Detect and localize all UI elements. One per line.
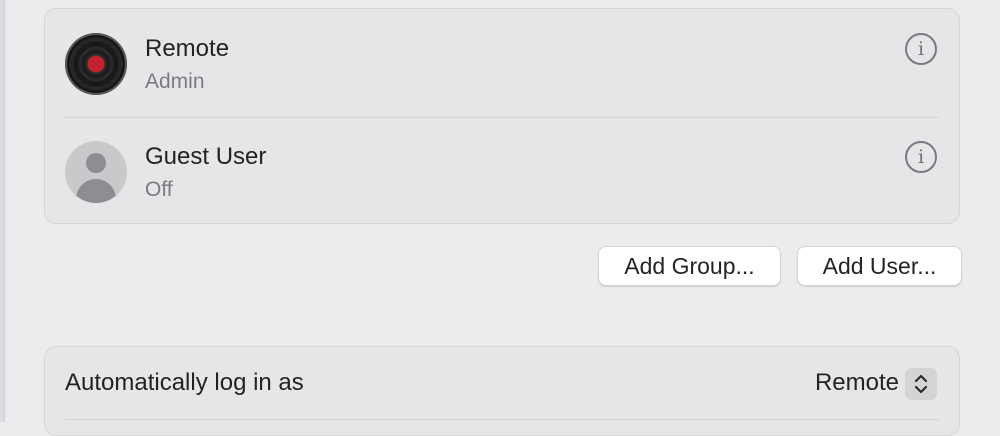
user-role: Admin bbox=[145, 70, 205, 93]
info-icon[interactable]: i bbox=[905, 33, 937, 65]
up-down-chevron-icon[interactable] bbox=[905, 368, 937, 400]
users-list-panel: Remote Admin i Guest User Off i bbox=[44, 8, 960, 224]
vinyl-record-avatar bbox=[65, 33, 127, 95]
user-name: Guest User bbox=[145, 143, 267, 170]
window-left-edge bbox=[0, 0, 5, 422]
chevron-up-down-glyph bbox=[914, 374, 928, 394]
user-name: Remote bbox=[145, 35, 230, 62]
user-row-remote[interactable]: Remote Admin i bbox=[45, 9, 959, 117]
add-user-button[interactable]: Add User... bbox=[797, 246, 962, 286]
auto-login-value[interactable]: Remote bbox=[815, 369, 899, 397]
auto-login-label: Automatically log in as bbox=[65, 369, 304, 396]
user-role: Off bbox=[145, 178, 173, 201]
row-divider bbox=[65, 419, 939, 420]
auto-login-panel: Automatically log in as Remote bbox=[44, 346, 960, 436]
info-icon[interactable]: i bbox=[905, 141, 937, 173]
person-silhouette-avatar bbox=[65, 141, 127, 203]
avatar-body-shape bbox=[76, 179, 116, 203]
add-group-button[interactable]: Add Group... bbox=[598, 246, 781, 286]
user-row-guest[interactable]: Guest User Off i bbox=[45, 117, 959, 225]
avatar-head-shape bbox=[86, 153, 106, 173]
